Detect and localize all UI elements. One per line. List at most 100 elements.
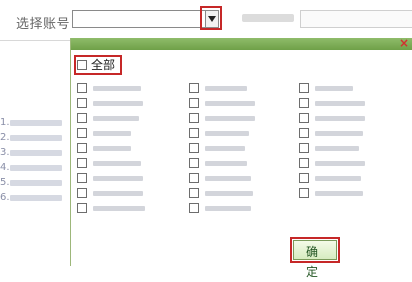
account-name: [93, 175, 143, 181]
account-checkbox-item[interactable]: [189, 187, 253, 199]
account-checkbox-item[interactable]: [299, 157, 365, 169]
list-item-number: 5.: [0, 177, 10, 188]
checkbox[interactable]: [189, 128, 199, 138]
account-checkbox-item[interactable]: [299, 112, 365, 124]
checkbox[interactable]: [77, 173, 87, 183]
account-checkbox-item[interactable]: [189, 202, 251, 214]
checkbox[interactable]: [77, 143, 87, 153]
account-checkbox-item[interactable]: [299, 142, 359, 154]
checkbox[interactable]: [299, 98, 309, 108]
list-item-text: [10, 180, 62, 186]
checkbox[interactable]: [299, 113, 309, 123]
account-name: [93, 145, 131, 151]
account-name: [205, 205, 251, 211]
account-input[interactable]: [72, 10, 206, 28]
list-item-text: [10, 165, 62, 171]
secondary-label: [242, 14, 294, 22]
checkbox[interactable]: [189, 83, 199, 93]
list-item-text: [10, 195, 62, 201]
account-name: [93, 205, 145, 211]
checkbox[interactable]: [299, 173, 309, 183]
select-all-label: 全部: [91, 58, 116, 72]
checkbox[interactable]: [77, 113, 87, 123]
secondary-input[interactable]: [300, 10, 412, 28]
checkbox[interactable]: [77, 60, 87, 70]
list-item-number: 4.: [0, 162, 10, 173]
checkbox[interactable]: [189, 143, 199, 153]
account-checkbox-item[interactable]: [299, 187, 363, 199]
checkbox[interactable]: [77, 83, 87, 93]
account-checkbox-item[interactable]: [77, 142, 131, 154]
account-name: [93, 190, 143, 196]
account-checkbox-item[interactable]: [299, 97, 365, 109]
account-dropdown-button[interactable]: [205, 10, 219, 28]
confirm-button[interactable]: 确定: [293, 240, 337, 279]
account-name: [205, 85, 247, 91]
checkbox[interactable]: [77, 128, 87, 138]
account-checkbox-item[interactable]: [299, 127, 363, 139]
checkbox[interactable]: [299, 83, 309, 93]
account-name: [93, 115, 139, 121]
divider: [0, 40, 70, 41]
list-item-text: [10, 135, 62, 141]
checkbox[interactable]: [189, 203, 199, 213]
list-item-number: 6.: [0, 192, 10, 203]
list-item-number: 1.: [0, 117, 10, 128]
checkbox[interactable]: [299, 143, 309, 153]
list-item-text: [10, 150, 62, 156]
account-name: [205, 190, 253, 196]
account-name: [315, 130, 363, 136]
account-checkbox-item[interactable]: [189, 127, 249, 139]
checkbox[interactable]: [77, 158, 87, 168]
account-checkbox-item[interactable]: [189, 82, 247, 94]
account-checkbox-item[interactable]: [299, 172, 361, 184]
account-checkbox-item[interactable]: [77, 127, 131, 139]
account-name: [315, 115, 365, 121]
account-name: [315, 100, 365, 106]
account-name: [205, 175, 251, 181]
checkbox[interactable]: [77, 188, 87, 198]
account-checkbox-item[interactable]: [77, 82, 141, 94]
account-name: [93, 130, 131, 136]
account-name: [93, 160, 141, 166]
checkbox[interactable]: [77, 98, 87, 108]
account-checkbox-item[interactable]: [299, 82, 353, 94]
chevron-down-icon: [208, 16, 216, 22]
list-item-number: 2.: [0, 132, 10, 143]
account-checkbox-item[interactable]: [77, 202, 145, 214]
account-checkbox-item[interactable]: [77, 187, 143, 199]
checkbox[interactable]: [77, 203, 87, 213]
account-checkbox-item[interactable]: [189, 112, 255, 124]
checkbox[interactable]: [299, 158, 309, 168]
account-name: [205, 130, 249, 136]
account-checkbox-item[interactable]: [189, 157, 247, 169]
account-name: [315, 190, 363, 196]
account-select-popup: × 全部 确定: [70, 37, 412, 279]
account-name: [93, 85, 141, 91]
checkbox[interactable]: [189, 173, 199, 183]
checkbox[interactable]: [189, 188, 199, 198]
checkbox[interactable]: [189, 158, 199, 168]
account-name: [315, 160, 365, 166]
account-checkbox-item[interactable]: [77, 97, 143, 109]
list-item-text: [10, 120, 62, 126]
checkbox[interactable]: [299, 128, 309, 138]
account-checkbox-item[interactable]: [189, 97, 255, 109]
account-name: [315, 85, 353, 91]
account-checkbox-item[interactable]: [77, 172, 143, 184]
account-name: [205, 115, 255, 121]
account-name: [205, 160, 247, 166]
close-icon[interactable]: ×: [399, 37, 409, 49]
checkbox[interactable]: [299, 188, 309, 198]
account-checkbox-item[interactable]: [77, 157, 141, 169]
account-checkbox-item[interactable]: [189, 172, 251, 184]
account-name: [315, 175, 361, 181]
checkbox[interactable]: [189, 113, 199, 123]
checkbox[interactable]: [189, 98, 199, 108]
account-name: [205, 100, 255, 106]
select-all-checkbox[interactable]: 全部: [77, 58, 115, 72]
account-name: [205, 145, 245, 151]
popup-header: ×: [71, 37, 412, 50]
account-checkbox-item[interactable]: [189, 142, 245, 154]
account-checkbox-item[interactable]: [77, 112, 139, 124]
